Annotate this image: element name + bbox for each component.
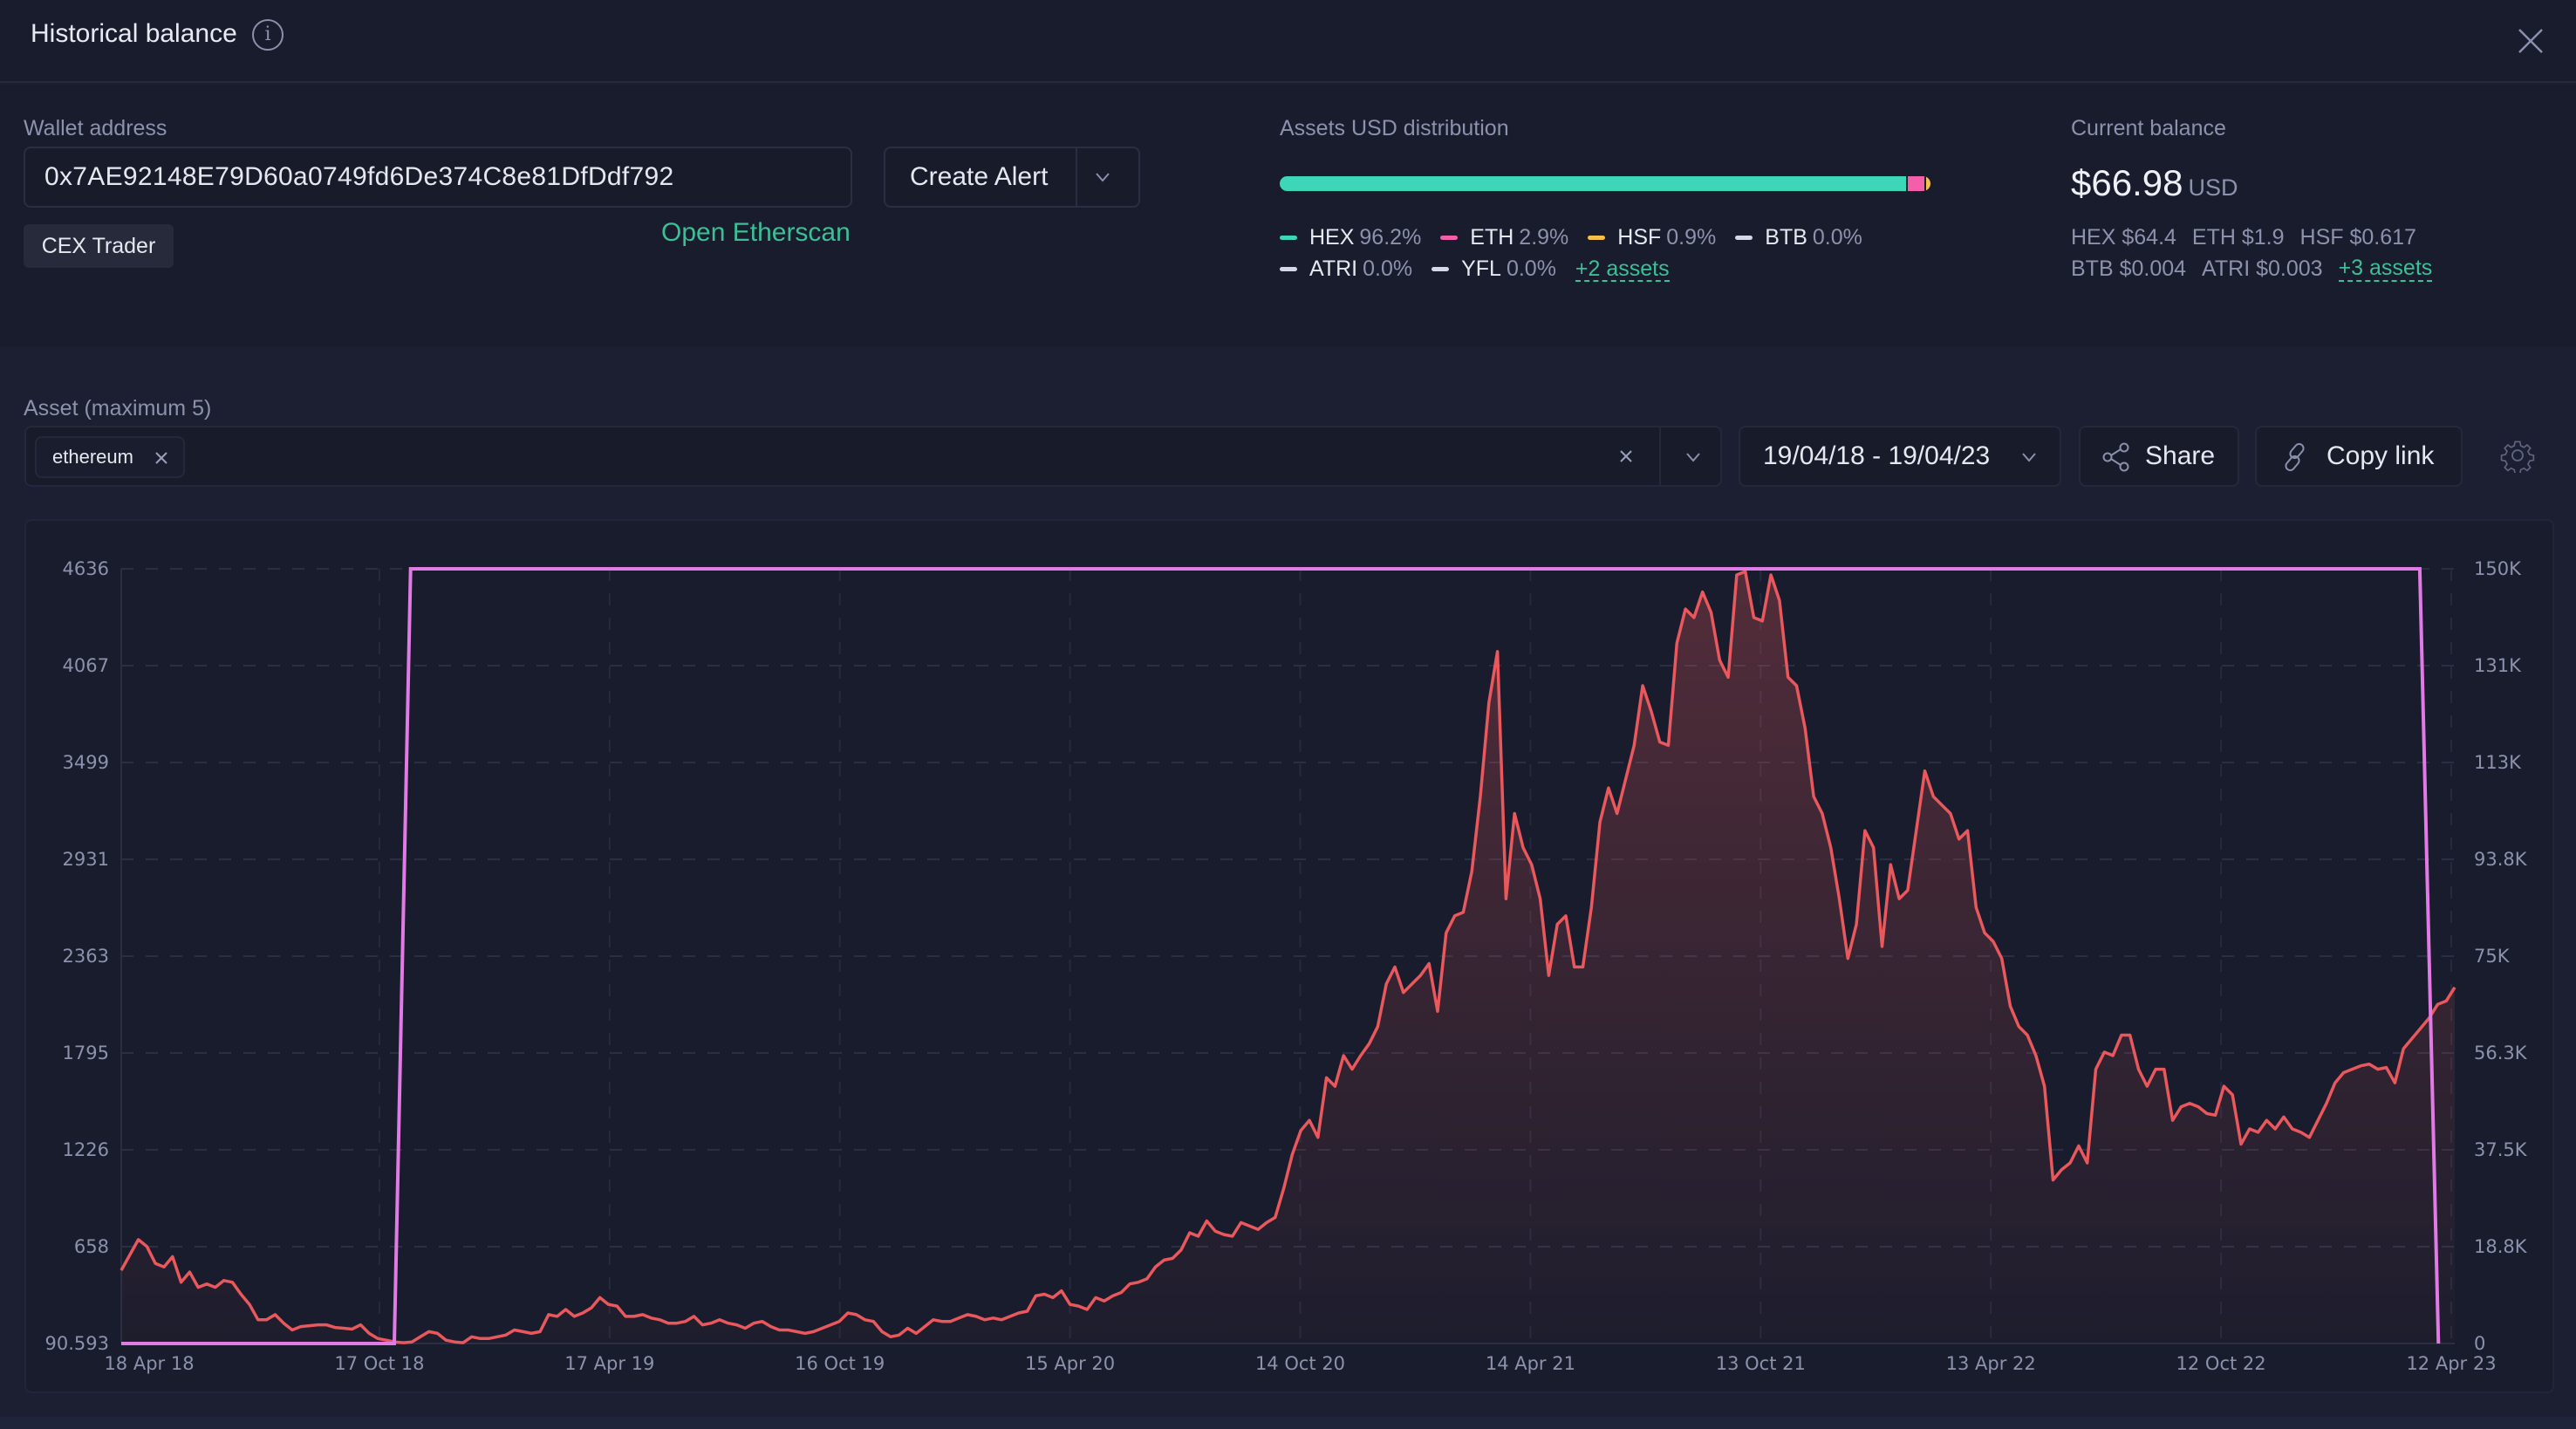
- distribution-legend-row-2: ATRI 0.0% YFL 0.0% +2 assets: [1280, 256, 1670, 282]
- remove-asset-icon[interactable]: [154, 450, 169, 466]
- balance-item-atri: ATRI $0.003: [2202, 256, 2323, 281]
- y-right-tick-label: 0: [2474, 1333, 2485, 1354]
- chevron-down-icon: [2022, 453, 2036, 462]
- legend-swatch: [1735, 236, 1753, 240]
- asset-multiselect[interactable]: ethereum: [24, 426, 1722, 487]
- selected-asset-chip: ethereum: [35, 436, 185, 478]
- wallet-address-label: Wallet address: [24, 116, 167, 140]
- legend-swatch: [1431, 267, 1450, 271]
- share-button[interactable]: Share: [2079, 426, 2239, 487]
- distribution-segment-eth: [1905, 176, 1925, 191]
- create-alert-button[interactable]: Create Alert: [884, 147, 1140, 208]
- y-right-tick-label: 131K: [2474, 655, 2522, 676]
- x-tick-label: 18 Apr 18: [104, 1353, 194, 1374]
- legend-swatch: [1588, 236, 1606, 240]
- balance-item-hsf: HSF $0.617: [2299, 225, 2416, 250]
- date-range-value: 19/04/18 - 19/04/23: [1763, 441, 1991, 470]
- divider: [1659, 427, 1661, 485]
- y-left-tick-label: 658: [74, 1236, 109, 1257]
- historical-balance-chart: 90.593 0 658 18.8K 1226 37.5K 1795 56.3K 2363 75K…: [24, 519, 2554, 1393]
- x-tick-label: 17 Apr 19: [564, 1353, 654, 1374]
- x-tick-label: 16 Oct 19: [795, 1353, 885, 1374]
- y-left-tick-label: 2363: [63, 946, 109, 967]
- copy-link-label: Copy link: [2327, 441, 2435, 470]
- legend-swatch: [1280, 236, 1297, 240]
- distribution-label: Assets USD distribution: [1280, 116, 1509, 140]
- divider: [1076, 148, 1077, 206]
- distribution-legend-row-1: HEX 96.2% ETH 2.9% HSF 0.9% BTB 0.0%: [1280, 225, 1882, 250]
- legend-item-hsf: HSF 0.9%: [1588, 225, 1716, 250]
- info-icon[interactable]: i: [252, 19, 284, 51]
- y-right-tick-label: 56.3K: [2474, 1043, 2528, 1063]
- more-balance-assets-link[interactable]: +3 assets: [2338, 256, 2433, 282]
- balance-breakdown-row-2: BTB $0.004 ATRI $0.003 +3 assets: [2071, 256, 2433, 282]
- y-right-tick-label: 75K: [2474, 946, 2511, 967]
- legend-item-atri: ATRI 0.0%: [1280, 256, 1412, 282]
- legend-swatch: [1440, 236, 1459, 240]
- modal-header: Historical balance i: [0, 0, 2576, 83]
- eth-price-area: [121, 571, 2455, 1344]
- more-assets-link[interactable]: +2 assets: [1575, 257, 1670, 282]
- wallet-tag-badge: CEX Trader: [24, 224, 174, 268]
- x-tick-label: 17 Oct 18: [334, 1353, 424, 1374]
- wallet-address-input[interactable]: 0x7AE92148E79D60a0749fd6De374C8e81DfDdf7…: [24, 147, 852, 208]
- create-alert-label: Create Alert: [910, 162, 1049, 191]
- balance-unit: USD: [2188, 174, 2238, 201]
- x-tick-label: 12 Oct 22: [2176, 1353, 2266, 1374]
- y-left-tick-label: 2931: [63, 849, 109, 870]
- y-right-tick-label: 93.8K: [2474, 849, 2528, 870]
- share-icon: [2102, 442, 2129, 472]
- legend-item-btb: BTB 0.0%: [1735, 225, 1862, 250]
- balance-breakdown-row-1: HEX $64.4 ETH $1.9 HSF $0.617: [2071, 225, 2432, 250]
- x-tick-label: 14 Apr 21: [1486, 1353, 1575, 1374]
- chart-canvas: 90.593 0 658 18.8K 1226 37.5K 1795 56.3K 2363 75K…: [45, 558, 2528, 1374]
- y-left-tick-label: 1795: [63, 1043, 109, 1063]
- legend-item-yfl: YFL 0.0%: [1431, 256, 1556, 282]
- selected-asset-label: ethereum: [52, 446, 133, 468]
- gear-icon[interactable]: [2500, 438, 2535, 473]
- date-range-picker[interactable]: 19/04/18 - 19/04/23: [1739, 426, 2061, 487]
- balance-item-eth: ETH $1.9: [2191, 225, 2285, 250]
- x-tick-label: 13 Apr 22: [1946, 1353, 2036, 1374]
- y-left-tick-label: 4636: [63, 558, 109, 579]
- x-tick-label: 14 Oct 20: [1255, 1353, 1345, 1374]
- balance-amount: $66.98: [2071, 162, 2183, 203]
- current-balance-value: $66.98 USD: [2071, 162, 2238, 204]
- y-right-tick-label: 150K: [2474, 558, 2522, 579]
- distribution-segment-hex: [1280, 176, 1906, 191]
- clear-selection-icon[interactable]: [1618, 448, 1634, 464]
- y-right-tick-label: 18.8K: [2474, 1236, 2528, 1257]
- y-left-tick-label: 4067: [63, 655, 109, 676]
- balance-item-btb: BTB $0.004: [2071, 256, 2187, 281]
- y-right-tick-label: 113K: [2474, 752, 2522, 773]
- close-icon[interactable]: [2518, 28, 2544, 54]
- legend-item-eth: ETH 2.9%: [1440, 225, 1568, 250]
- y-left-tick-label: 3499: [63, 752, 109, 773]
- legend-swatch: [1280, 267, 1297, 271]
- distribution-bar: [1280, 176, 1930, 191]
- asset-select-label: Asset (maximum 5): [24, 396, 212, 420]
- modal-title: Historical balance: [31, 19, 237, 48]
- x-tick-label: 13 Oct 21: [1716, 1353, 1806, 1374]
- copy-link-button[interactable]: Copy link: [2255, 426, 2463, 487]
- balance-item-hex: HEX $64.4: [2071, 225, 2176, 250]
- open-etherscan-link[interactable]: Open Etherscan: [661, 218, 851, 248]
- share-label: Share: [2145, 441, 2216, 470]
- chevron-down-icon[interactable]: [1684, 448, 1703, 466]
- chevron-down-icon[interactable]: [1093, 168, 1112, 187]
- x-tick-label: 12 Apr 23: [2406, 1353, 2496, 1374]
- legend-item-hex: HEX 96.2%: [1280, 225, 1421, 250]
- y-left-tick-label: 1226: [63, 1139, 109, 1160]
- current-balance-label: Current balance: [2071, 116, 2226, 140]
- link-icon: [2285, 442, 2305, 472]
- x-tick-label: 15 Apr 20: [1025, 1353, 1115, 1374]
- table-header-strip: [0, 1417, 2576, 1429]
- y-right-tick-label: 37.5K: [2474, 1139, 2528, 1160]
- y-left-tick-label: 90.593: [45, 1333, 109, 1354]
